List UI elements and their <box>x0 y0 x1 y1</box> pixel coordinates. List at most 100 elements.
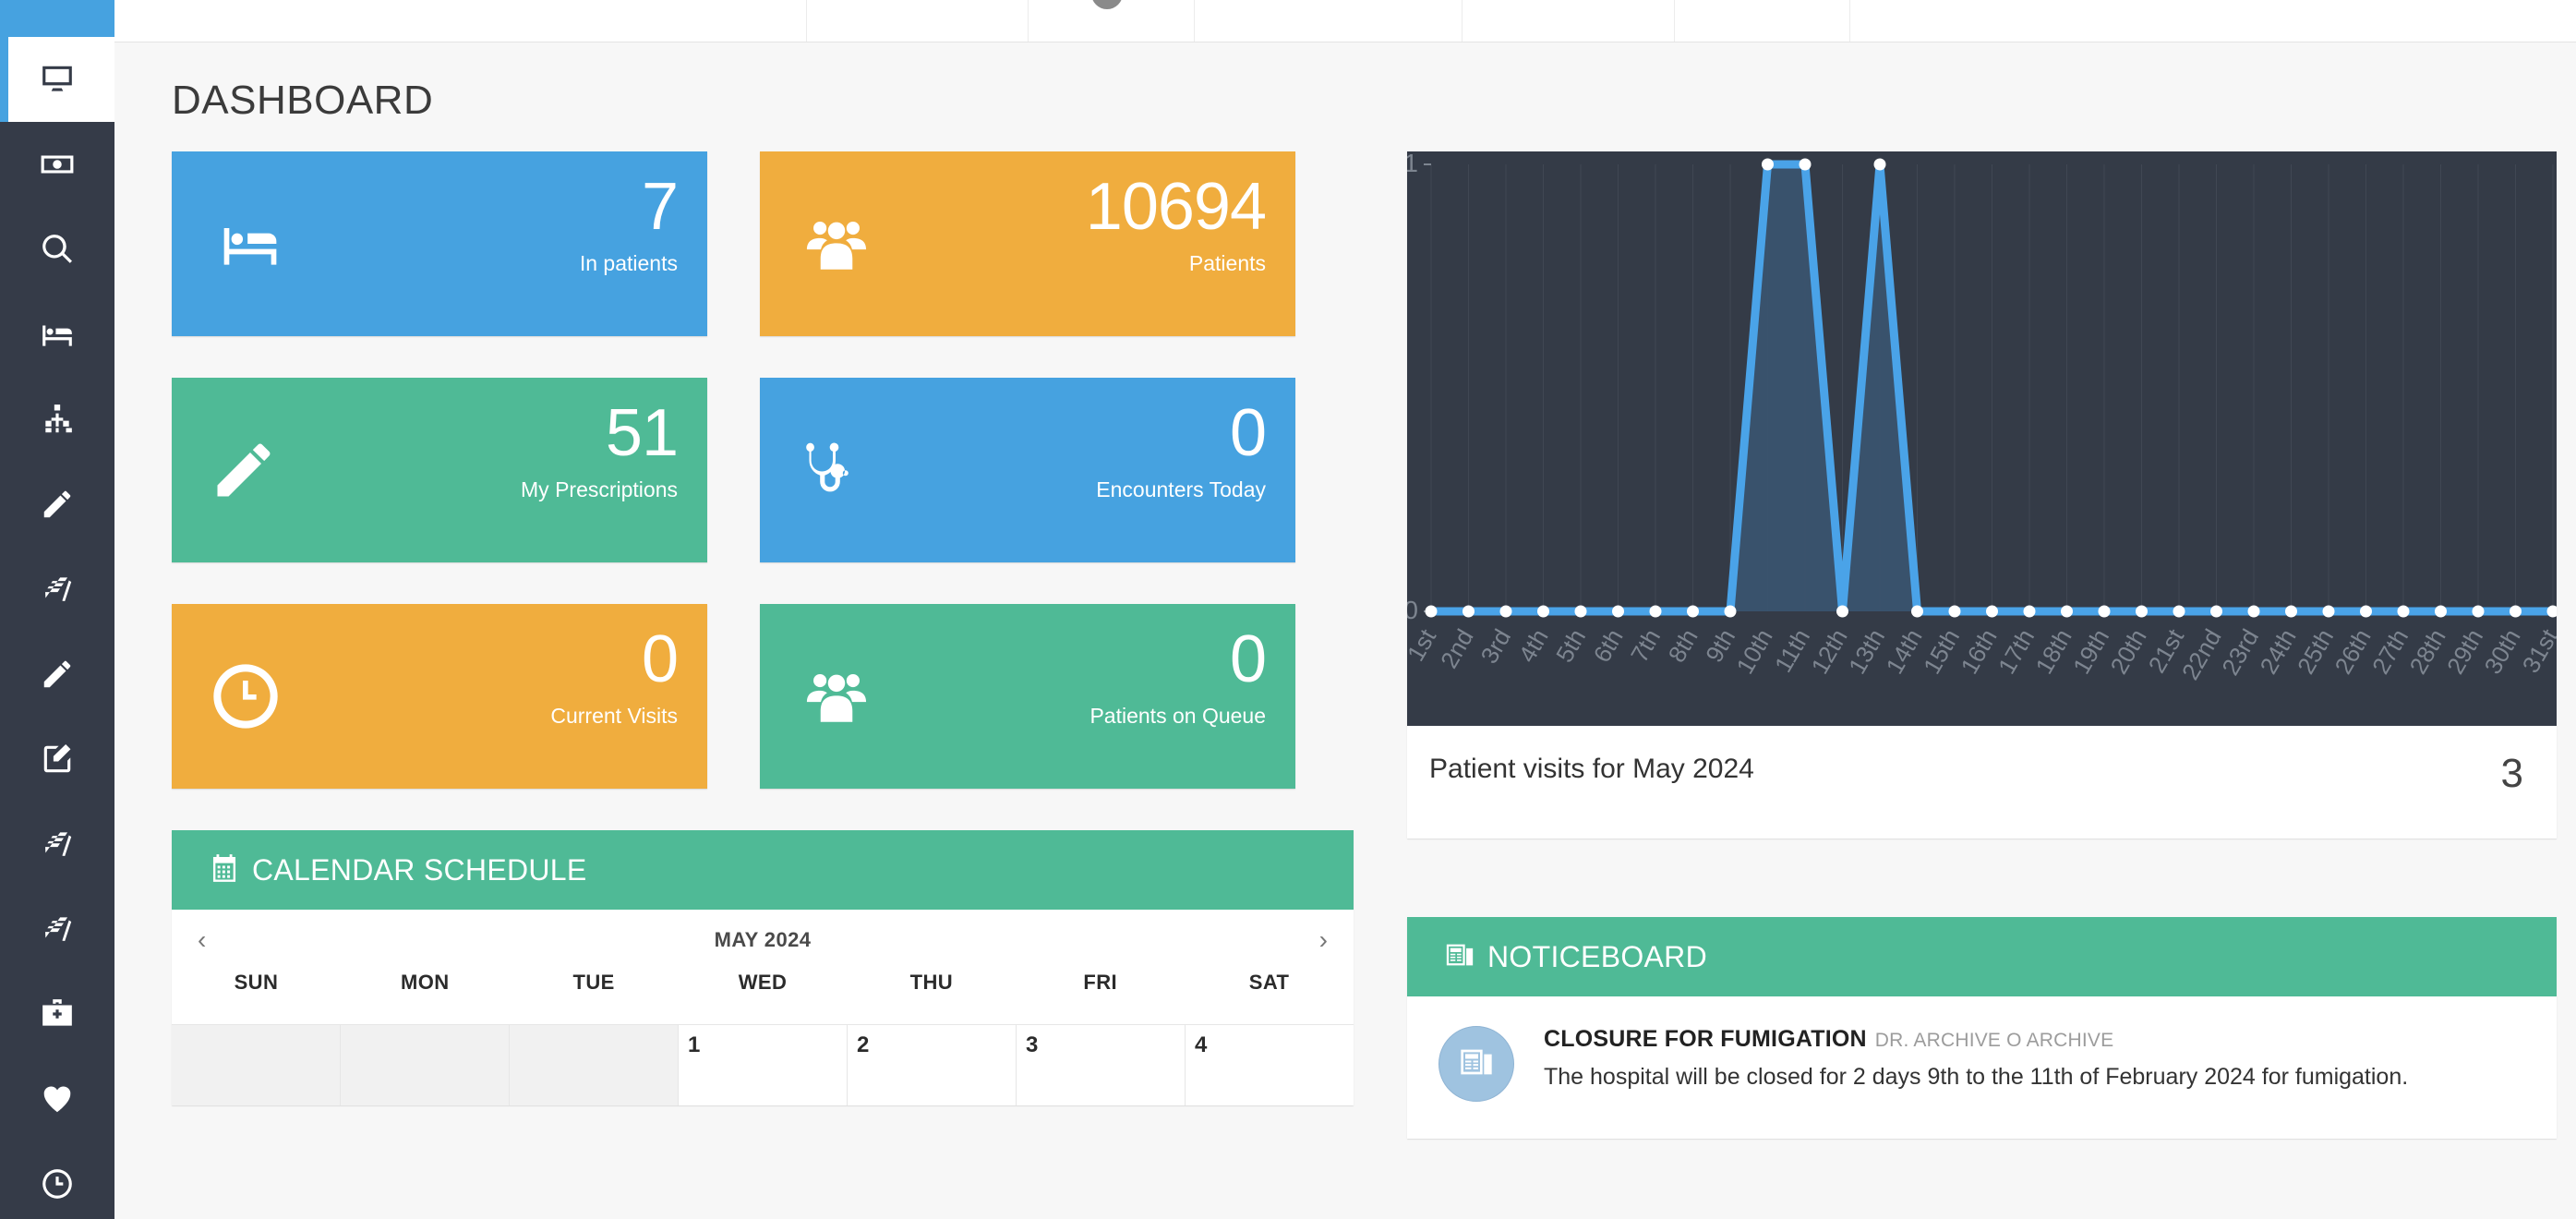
stat-value: 7 <box>641 170 679 244</box>
noticeboard-item-title: CLOSURE FOR FUMIGATION <box>1544 1026 1867 1052</box>
stat-tiles: 7 In patients 10694 Patients 51 My Presc… <box>172 151 1354 830</box>
sidebar-item-records[interactable] <box>0 547 114 632</box>
topbar-item-7[interactable] <box>1850 0 2576 42</box>
calendar-day-cell[interactable]: 2 <box>848 1025 1017 1105</box>
svg-text:23rd: 23rd <box>2216 624 2264 680</box>
sidebar-top-accent <box>0 0 114 37</box>
clock-icon <box>209 659 283 733</box>
topbar-item-2[interactable] <box>807 0 1029 42</box>
calendar-day-headers: SUN MON TUE WED THU FRI SAT <box>172 971 1354 1024</box>
stat-tile-body: 51 My Prescriptions <box>521 400 679 502</box>
stat-tile-patients-on-queue[interactable]: 0 Patients on Queue <box>760 604 1295 789</box>
stat-tile-body: 7 In patients <box>579 170 679 276</box>
noticeboard-panel-header: NOTICEBOARD <box>1407 917 2557 996</box>
calendar-panel-title: CALENDAR SCHEDULE <box>252 852 587 887</box>
newspaper-icon <box>1458 1044 1495 1085</box>
svg-text:1: 1 <box>1407 151 1418 177</box>
chart-footer: Patient visits for May 2024 3 <box>1407 726 2557 839</box>
svg-text:24th: 24th <box>2254 624 2301 679</box>
noticeboard-item[interactable]: CLOSURE FOR FUMIGATION DR. ARCHIVE O ARCH… <box>1407 996 2557 1139</box>
pencil-icon <box>40 487 75 522</box>
calendar-week-row: 1 2 3 4 <box>172 1024 1354 1105</box>
stat-tile-current-visits[interactable]: 0 Current Visits <box>172 604 707 789</box>
sidebar-item-departments[interactable] <box>0 377 114 462</box>
right-column: 1 0 1st 2nd 3rd 4th 5th 6th 7th 8th 9th 10th 11th 12t… <box>1407 151 2557 1139</box>
edit-square-icon <box>40 742 75 777</box>
calendar-day-header: SUN <box>234 971 279 994</box>
stethoscope-icon <box>797 433 863 507</box>
topbar-item-6[interactable] <box>1675 0 1850 42</box>
bed-icon <box>209 212 292 275</box>
sidebar-item-billing[interactable] <box>0 122 114 207</box>
chart-footer-title: Patient visits for May 2024 <box>1429 754 1754 784</box>
stat-label: Current Visits <box>550 704 678 729</box>
stat-tile-encounters-today[interactable]: 0 Encounters Today <box>760 378 1295 562</box>
stat-tile-patients[interactable]: 10694 Patients <box>760 151 1295 336</box>
stat-value: 0 <box>641 622 679 696</box>
svg-text:31st: 31st <box>2517 623 2557 677</box>
patient-visits-chart[interactable]: 1 0 1st 2nd 3rd 4th 5th 6th 7th 8th 9th 10th 11th 12t… <box>1407 151 2557 726</box>
svg-text:16th: 16th <box>1955 624 2002 679</box>
calendar-day-header: TUE <box>572 971 615 994</box>
sidebar-item-vitals[interactable] <box>0 1056 114 1141</box>
svg-text:5th: 5th <box>1550 624 1591 667</box>
pencil-icon <box>40 657 75 692</box>
svg-text:20th: 20th <box>2104 624 2151 679</box>
svg-text:10th: 10th <box>1730 624 1777 679</box>
svg-text:17th: 17th <box>1992 624 2040 679</box>
svg-text:19th: 19th <box>2067 624 2114 679</box>
calendar-day-cell[interactable] <box>510 1025 679 1105</box>
sidebar-item-notes[interactable] <box>0 462 114 547</box>
sidebar-item-prescriptions[interactable] <box>0 632 114 717</box>
svg-text:27th: 27th <box>2366 624 2413 679</box>
chart-footer-value: 3 <box>2500 751 2523 796</box>
noticeboard-item-text: The hospital will be closed for 2 days 9… <box>1544 1064 2409 1090</box>
calendar-day-cell[interactable] <box>341 1025 510 1105</box>
calendar-day-cell[interactable]: 3 <box>1017 1025 1186 1105</box>
calendar-month-label: MAY 2024 <box>714 928 812 951</box>
stat-tile-body: 0 Patients on Queue <box>1089 626 1267 729</box>
svg-text:4th: 4th <box>1513 624 1554 667</box>
stat-tile-in-patients[interactable]: 7 In patients <box>172 151 707 336</box>
calendar-day-cell[interactable]: 1 <box>679 1025 848 1105</box>
sidebar-item-dashboard[interactable] <box>0 37 114 122</box>
sitemap-icon <box>40 402 75 437</box>
avatar <box>1090 0 1123 9</box>
noticeboard-panel: NOTICEBOARD CLOSURE FOR FUMIGATION DR. AR… <box>1407 917 2557 1139</box>
sidebar-item-inpatients[interactable] <box>0 292 114 377</box>
sidebar-item-history[interactable] <box>0 1141 114 1219</box>
stat-label: Encounters Today <box>1096 477 1266 502</box>
calendar-day-header: FRI <box>1083 971 1118 994</box>
search-icon <box>40 232 75 267</box>
stat-tile-my-prescriptions[interactable]: 51 My Prescriptions <box>172 378 707 562</box>
monitor-icon <box>40 62 75 97</box>
noticeboard-item-heading: CLOSURE FOR FUMIGATION DR. ARCHIVE O ARCH… <box>1544 1026 2408 1053</box>
svg-text:13th: 13th <box>1843 624 1890 679</box>
calendar-day-cell[interactable] <box>172 1025 341 1105</box>
dashboard-grid: 7 In patients 10694 Patients 51 My Presc… <box>172 151 2572 1139</box>
topbar-brand[interactable] <box>114 0 807 42</box>
stat-tile-body: 0 Current Visits <box>550 622 679 729</box>
stat-label: In patients <box>579 251 678 276</box>
topbar-item-4[interactable] <box>1195 0 1463 42</box>
topbar-item-5[interactable] <box>1463 0 1675 42</box>
sidebar-item-library[interactable] <box>0 802 114 887</box>
sidebar-item-write-note[interactable] <box>0 717 114 802</box>
patient-visits-chart-card: 1 0 1st 2nd 3rd 4th 5th 6th 7th 8th 9th 10th 11th 12t… <box>1407 151 2557 839</box>
sidebar-item-reports[interactable] <box>0 887 114 972</box>
calendar-nav: ‹ MAY 2024 › <box>172 910 1354 971</box>
calendar-day-header: MON <box>401 971 450 994</box>
svg-text:15th: 15th <box>1918 624 1965 679</box>
sidebar-item-search[interactable] <box>0 207 114 292</box>
calendar-day-header: SAT <box>1248 971 1290 994</box>
bed-icon <box>40 317 75 352</box>
svg-text:28th: 28th <box>2403 624 2450 679</box>
main-content: DASHBOARD 7 In patients 10694 Patients 5… <box>114 42 2576 1219</box>
pencil-icon <box>209 435 279 505</box>
book-icon <box>40 827 75 862</box>
calendar-day-header: THU <box>909 971 954 994</box>
topbar-item-3[interactable] <box>1029 0 1195 42</box>
sidebar-item-pharmacy[interactable] <box>0 972 114 1056</box>
calendar-day-cell[interactable]: 4 <box>1186 1025 1354 1105</box>
stat-tile-body: 0 Encounters Today <box>1096 400 1267 502</box>
